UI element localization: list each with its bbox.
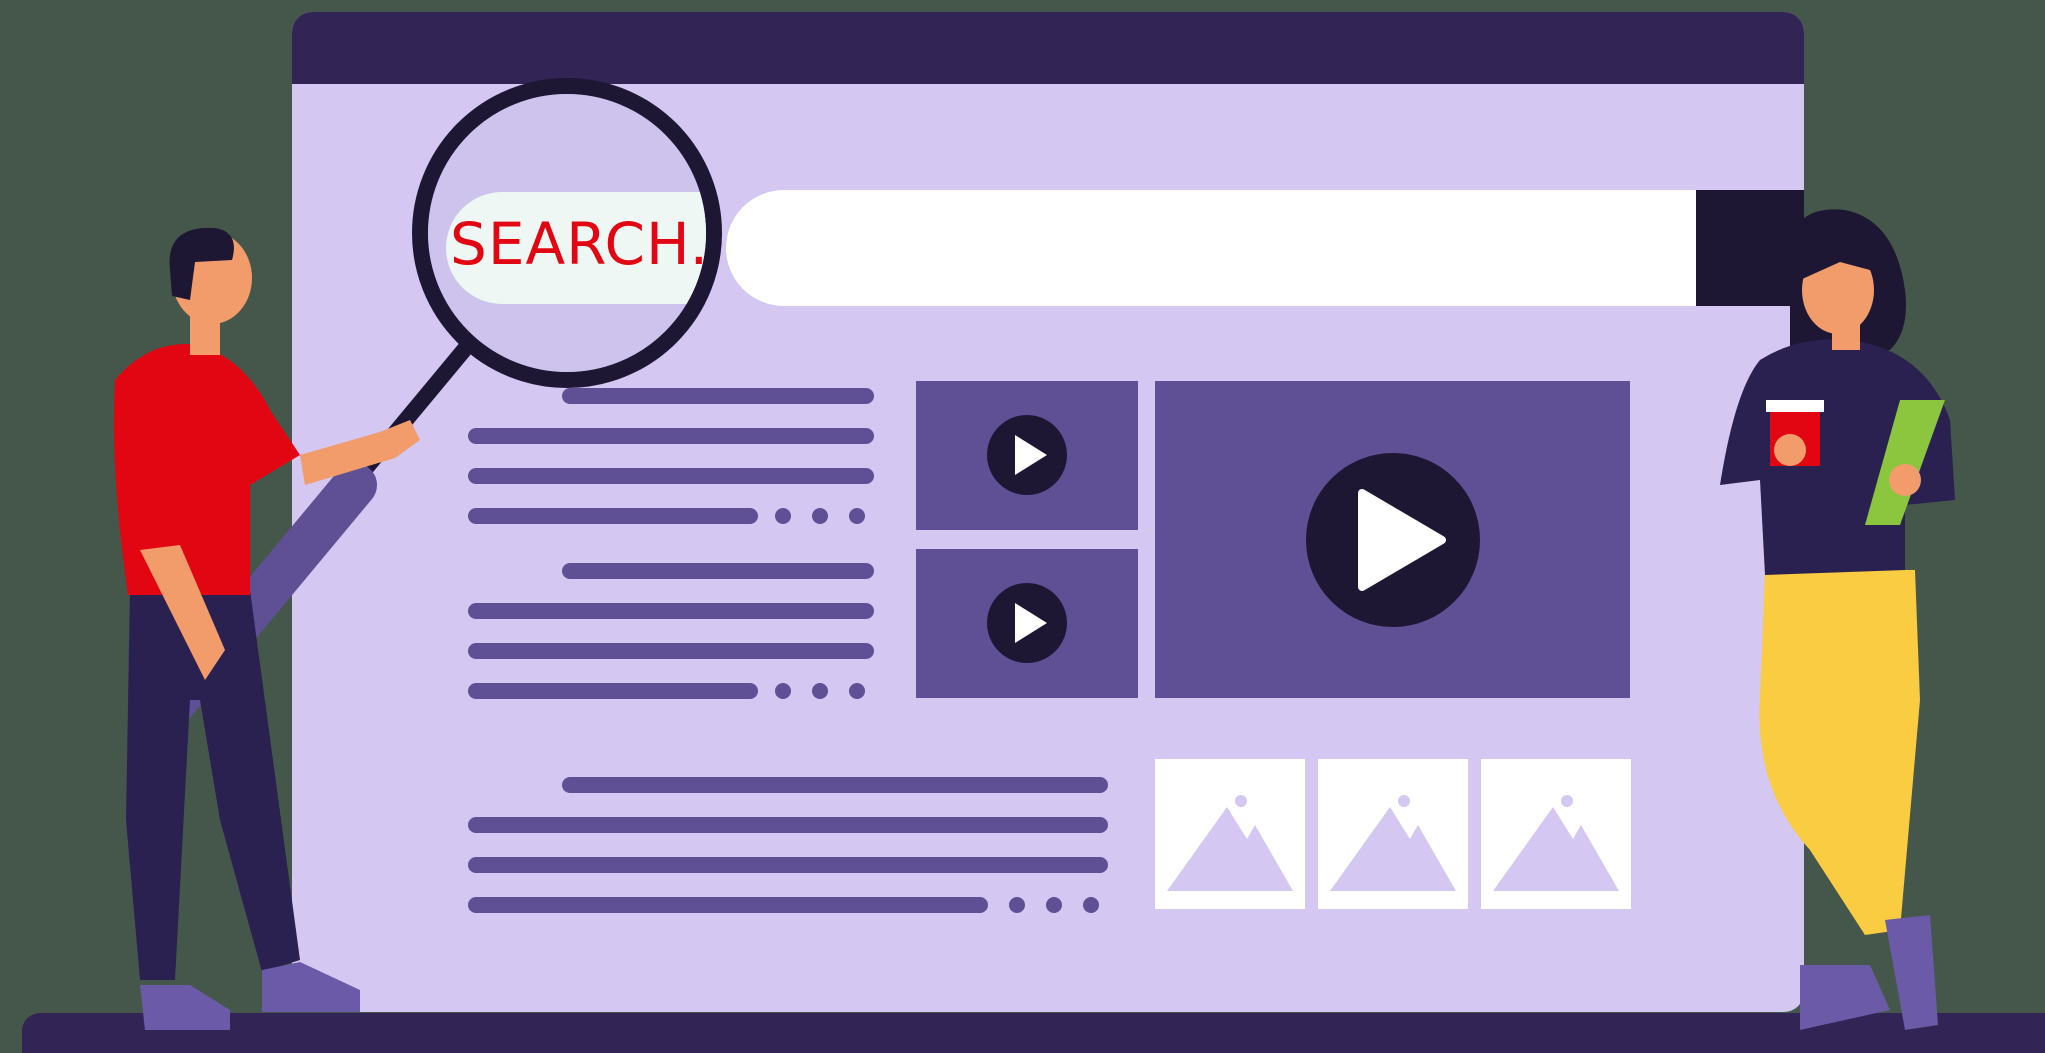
illustration-stage: SEARCH.. [0, 0, 2045, 1053]
woman-figure [1720, 209, 1955, 1030]
